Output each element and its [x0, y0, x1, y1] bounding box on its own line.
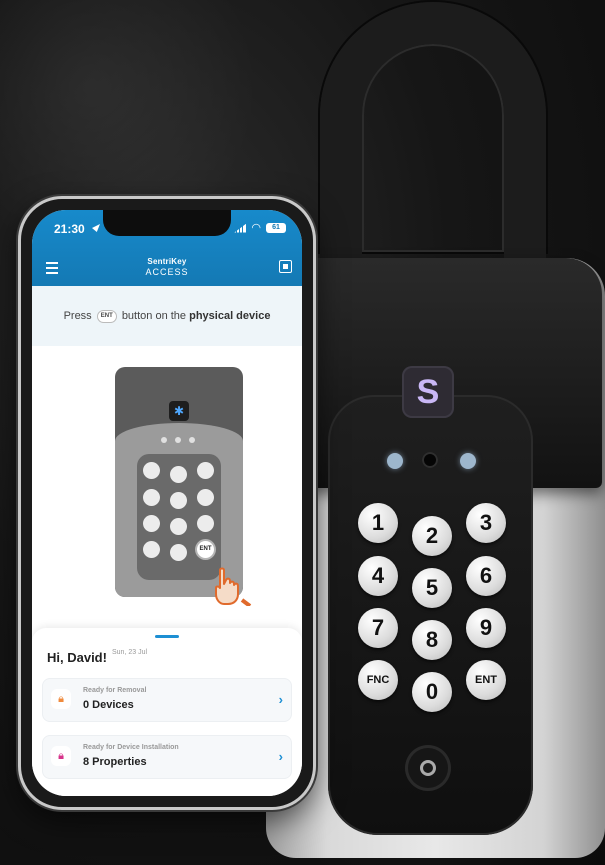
wifi-icon: ◠ [251, 221, 261, 234]
status-led-right [460, 453, 476, 469]
key-9[interactable]: 9 [466, 608, 506, 648]
status-time: 21:30 [54, 222, 85, 236]
key-1[interactable]: 1 [358, 503, 398, 543]
key-ent[interactable]: ENT [466, 660, 506, 700]
status-icons: ◠ 61 [234, 221, 286, 234]
date-text: Sun, 23 Jul [112, 649, 148, 656]
installation-card[interactable]: 🔒︎ Ready for Device Installation 8 Prope… [42, 735, 292, 779]
app-logo: SentriKey ACCESS [32, 257, 302, 277]
lockbox-shackle [320, 2, 546, 252]
status-led-left [387, 453, 403, 469]
lockbox-logo: S [402, 366, 454, 418]
smartphone: 21:30 ◠ 61 SentriKey ACCESS Press ENT bu… [18, 196, 316, 810]
illustration-ent-key: ENT [197, 541, 214, 558]
key-3[interactable]: 3 [466, 503, 506, 543]
light-sensor [422, 452, 438, 468]
location-arrow-icon [92, 224, 100, 232]
key-8[interactable]: 8 [412, 620, 452, 660]
chevron-right-icon: › [278, 749, 283, 764]
dashboard-sheet: Hi, David! Sun, 23 Jul 🔒︎ Ready for Remo… [32, 628, 302, 796]
instruction-text-start: Press [63, 310, 92, 322]
chevron-right-icon: › [278, 692, 283, 707]
key-7[interactable]: 7 [358, 608, 398, 648]
instruction-banner: Press ENT button on the physical device [32, 286, 302, 346]
lock-icon: 🔒︎ [51, 689, 71, 709]
illustration-keypad: ENT [137, 454, 221, 580]
greeting-text: Hi, David! [47, 650, 107, 665]
key-0[interactable]: 0 [412, 672, 452, 712]
device-illustration: ✱ ENT [115, 367, 243, 597]
instruction-text-middle: button on the [121, 310, 187, 322]
fingerprint-sensor-icon [420, 760, 436, 776]
scan-icon[interactable] [279, 260, 292, 273]
phone-notch [103, 210, 231, 236]
card-label: Ready for Device Installation [83, 744, 179, 751]
brand-name: SentriKey [147, 257, 187, 266]
card-label: Ready for Removal [83, 687, 147, 694]
key-6[interactable]: 6 [466, 556, 506, 596]
bluetooth-icon: ✱ [169, 401, 189, 421]
sheet-drag-handle[interactable] [155, 635, 179, 638]
lockbox-keypad: 1 2 3 4 5 6 7 8 9 FNC 0 ENT [348, 486, 516, 716]
brand-subtitle: ACCESS [145, 267, 189, 277]
battery-icon: 61 [266, 223, 286, 233]
key-5[interactable]: 5 [412, 568, 452, 608]
pointing-hand-icon [215, 567, 252, 606]
removal-card[interactable]: 🔒︎ Ready for Removal 0 Devices › [42, 678, 292, 722]
ent-key-badge: ENT [96, 309, 117, 323]
key-fnc[interactable]: FNC [358, 660, 398, 700]
instruction-text-bold: physical device [189, 310, 271, 322]
key-4[interactable]: 4 [358, 556, 398, 596]
signal-icon [234, 223, 247, 233]
illustration-leds [161, 437, 195, 443]
phone-screen: 21:30 ◠ 61 SentriKey ACCESS Press ENT bu… [32, 210, 302, 796]
card-value: 8 Properties [83, 756, 147, 768]
card-value: 0 Devices [83, 699, 134, 711]
key-2[interactable]: 2 [412, 516, 452, 556]
lock-icon: 🔒︎ [51, 746, 71, 766]
